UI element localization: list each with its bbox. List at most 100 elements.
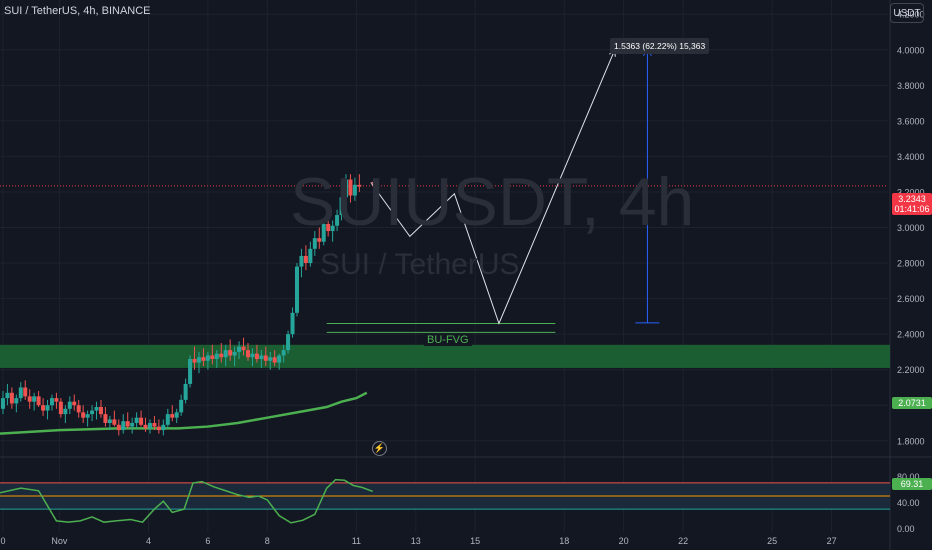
candle-body xyxy=(156,426,161,431)
candle-body xyxy=(263,355,268,361)
price-tick-label: 4.0000 xyxy=(897,45,925,55)
candle-body xyxy=(41,405,46,411)
candle-body xyxy=(299,255,304,267)
candle-body xyxy=(201,357,206,361)
candle-body xyxy=(286,334,291,351)
candle-body xyxy=(32,396,37,402)
candle-body xyxy=(237,346,242,352)
candle-body xyxy=(72,401,77,406)
time-tick-label: 13 xyxy=(411,536,421,546)
candle-body xyxy=(259,355,264,360)
time-tick-label: 22 xyxy=(678,536,688,546)
time-tick-label: 15 xyxy=(470,536,480,546)
candle-body xyxy=(23,387,28,397)
current-price-value: 3.2343 xyxy=(898,194,926,204)
candle-body xyxy=(130,423,135,427)
candle-body xyxy=(214,353,219,360)
candle-body xyxy=(147,423,152,429)
price-tick-label: 3.4000 xyxy=(897,152,925,162)
candle-body xyxy=(67,401,72,409)
fvg-box xyxy=(326,322,556,333)
candle-body xyxy=(179,399,184,413)
candle-body xyxy=(112,419,117,425)
time-tick-label: 0 xyxy=(0,536,5,546)
currency-unit-button[interactable]: USDT xyxy=(890,3,924,23)
candle-body xyxy=(107,419,112,424)
candle-body xyxy=(205,355,210,361)
candle-body xyxy=(125,421,130,427)
candle-body xyxy=(143,424,148,429)
candle-body xyxy=(254,353,259,360)
candle-body xyxy=(228,350,233,356)
candle-body xyxy=(245,350,250,358)
candle-body xyxy=(98,407,103,415)
current-price-tag: 3.2343 01:41:06 xyxy=(892,193,932,215)
candle-body xyxy=(294,266,299,313)
time-tick-label: 27 xyxy=(827,536,837,546)
rsi-tick-label: 0.00 xyxy=(897,524,915,534)
candle-body xyxy=(94,407,99,411)
rsi-value-tag: 69.31 xyxy=(892,478,932,490)
rsi-tick-label: 40.00 xyxy=(897,498,920,508)
candle-body xyxy=(250,353,255,358)
candle-body xyxy=(281,350,286,356)
candle-body xyxy=(9,392,14,404)
candle-body xyxy=(183,383,188,400)
candle-body xyxy=(58,401,63,415)
candle-body xyxy=(18,387,23,399)
time-tick-label: 6 xyxy=(205,536,210,546)
candle-body xyxy=(14,398,19,404)
candle-body xyxy=(81,412,86,418)
candle-body xyxy=(196,357,201,363)
time-tick-label: 18 xyxy=(559,536,569,546)
price-tick-label: 3.6000 xyxy=(897,116,925,126)
time-tick-label: 20 xyxy=(619,536,629,546)
candle-body xyxy=(232,351,237,356)
price-tick-label: 3.0000 xyxy=(897,223,925,233)
time-tick-label: 8 xyxy=(265,536,270,546)
candle-body xyxy=(223,350,228,358)
candle-body xyxy=(36,396,41,406)
time-tick-label: 25 xyxy=(767,536,777,546)
candle-body xyxy=(152,423,157,427)
candle-body xyxy=(27,396,32,402)
candle-body xyxy=(54,398,59,402)
ema-value-tag: 2.0731 xyxy=(892,397,932,409)
price-axis[interactable]: 4.20004.00003.80003.60003.40003.20003.00… xyxy=(897,10,925,447)
lightning-icon[interactable]: ⚡ xyxy=(372,441,387,456)
candle-body xyxy=(134,417,139,424)
candle-body xyxy=(268,357,273,361)
candle-body xyxy=(308,248,313,264)
candle-body xyxy=(219,353,224,358)
watermark-description: SUI / TetherUS xyxy=(320,248,520,281)
candle-body xyxy=(277,355,282,363)
candle-body xyxy=(49,398,54,406)
time-axis[interactable]: 0 Nov 4 6 8 11 13 15 18 20 22 25 27 xyxy=(0,536,836,546)
candle-body xyxy=(45,405,50,411)
candle-body xyxy=(5,392,10,399)
candle-body xyxy=(165,414,170,425)
price-tick-label: 2.8000 xyxy=(897,259,925,269)
price-tick-label: 2.4000 xyxy=(897,330,925,340)
price-tick-label: 2.2000 xyxy=(897,365,925,375)
candle-body xyxy=(63,408,68,415)
candle-body xyxy=(161,424,166,431)
countdown-timer: 01:41:06 xyxy=(894,204,930,214)
watermark-symbol: SUIUSDT, 4h xyxy=(290,164,695,240)
time-tick-label: 11 xyxy=(352,536,361,546)
candle-body xyxy=(192,359,197,363)
price-tick-label: 2.6000 xyxy=(897,294,925,304)
candle-body xyxy=(0,398,5,409)
candle-body xyxy=(290,312,295,335)
price-tick-label: 1.8000 xyxy=(897,436,925,446)
candle-body xyxy=(241,346,246,351)
candle-body xyxy=(121,421,126,431)
candle-body xyxy=(303,255,308,264)
candle-body xyxy=(170,414,175,418)
time-tick-label: 4 xyxy=(146,536,151,546)
measure-label: 1.5363 (62.22%) 15,363 xyxy=(610,38,710,54)
candle-body xyxy=(76,405,81,413)
candle-body xyxy=(85,414,90,418)
candle-body xyxy=(103,414,108,424)
candle-body xyxy=(272,357,277,363)
